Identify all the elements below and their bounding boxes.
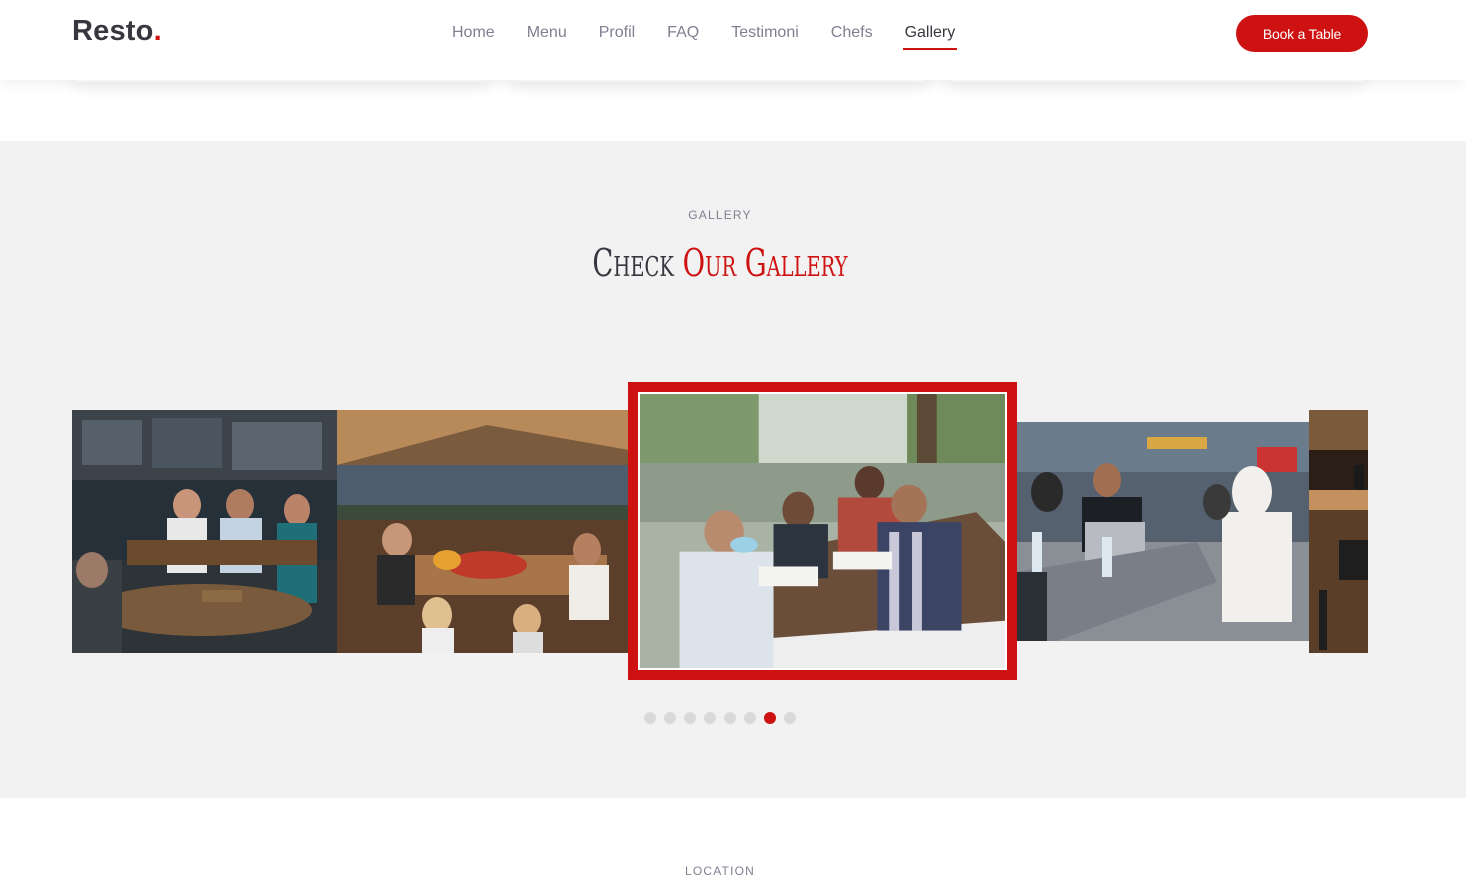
gallery-slide[interactable] bbox=[337, 410, 629, 653]
nav-home[interactable]: Home bbox=[436, 0, 511, 80]
cafeteria-students-photo bbox=[1017, 422, 1309, 641]
nav-profil[interactable]: Profil bbox=[583, 0, 651, 80]
nav-faq[interactable]: FAQ bbox=[651, 0, 715, 80]
bar-friends-photo bbox=[72, 410, 337, 653]
restaurant-interior-photo bbox=[1309, 410, 1368, 653]
nav-testimoni[interactable]: Testimoni bbox=[715, 0, 815, 80]
gallery-pagination bbox=[644, 712, 796, 724]
pagination-dot[interactable] bbox=[644, 712, 656, 724]
gallery-title-part2: Our Gallery bbox=[682, 241, 848, 285]
pagination-dot[interactable] bbox=[724, 712, 736, 724]
gallery-title-part1: Check bbox=[592, 241, 674, 285]
nav-menu[interactable]: Menu bbox=[511, 0, 583, 80]
nav-gallery[interactable]: Gallery bbox=[889, 0, 972, 80]
gallery-slide[interactable] bbox=[1309, 410, 1368, 653]
nav-chefs[interactable]: Chefs bbox=[815, 0, 889, 80]
gallery-slide[interactable] bbox=[72, 410, 337, 653]
pagination-dot[interactable] bbox=[684, 712, 696, 724]
main-navigation: Home Menu Profil FAQ Testimoni Chefs Gal… bbox=[436, 0, 971, 80]
pagination-dot[interactable] bbox=[784, 712, 796, 724]
site-header: Resto. Home Menu Profil FAQ Testimoni Ch… bbox=[0, 0, 1466, 80]
brand-name: Resto bbox=[72, 15, 154, 47]
pagination-dot[interactable] bbox=[704, 712, 716, 724]
gallery-slide[interactable] bbox=[1017, 422, 1309, 641]
location-subtitle: LOCATION bbox=[684, 864, 756, 878]
gallery-slide-active[interactable] bbox=[628, 382, 1017, 680]
outdoor-dinner-photo bbox=[337, 410, 629, 653]
pagination-dot-active[interactable] bbox=[764, 712, 776, 724]
pagination-dot[interactable] bbox=[744, 712, 756, 724]
book-table-button[interactable]: Book a Table bbox=[1236, 15, 1368, 52]
brand-logo[interactable]: Resto. bbox=[72, 15, 162, 48]
group-discussion-photo bbox=[638, 392, 1007, 670]
gallery-subtitle: GALLERY bbox=[688, 208, 752, 222]
gallery-title: Check Our Gallery bbox=[202, 241, 1239, 285]
pagination-dot[interactable] bbox=[664, 712, 676, 724]
gallery-section: GALLERY Check Our Gallery bbox=[0, 141, 1466, 798]
brand-dot: . bbox=[153, 15, 162, 47]
